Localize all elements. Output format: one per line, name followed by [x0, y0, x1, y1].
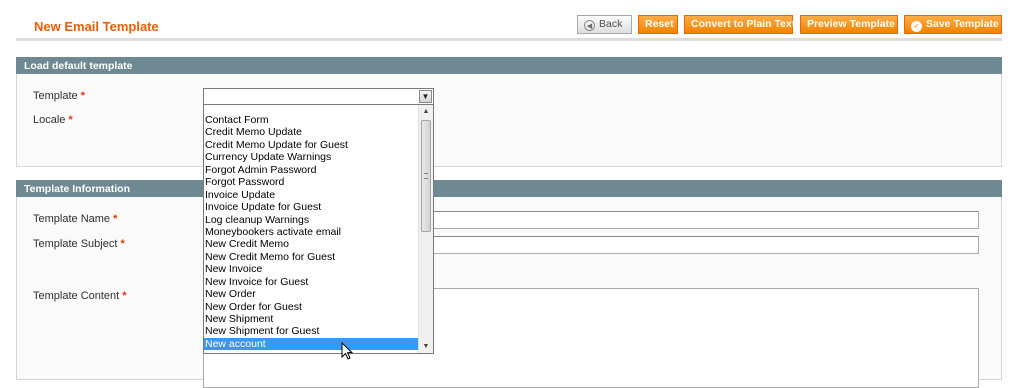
dropdown-option[interactable]: New Order — [204, 288, 418, 300]
locale-label-text: Locale — [33, 114, 66, 126]
required-marker: * — [80, 90, 85, 102]
load-default-template-section: Load default template Template * Locale … — [16, 57, 1002, 167]
template-content-label-text: Template Content — [33, 290, 120, 302]
dropdown-option[interactable]: New Shipment — [204, 313, 418, 325]
dropdown-option[interactable]: Forgot Password — [204, 176, 418, 188]
back-arrow-icon: ◀ — [584, 20, 595, 31]
preview-template-button[interactable]: Preview Template — [800, 15, 898, 34]
scroll-down-arrow-icon[interactable]: ▼ — [419, 340, 433, 353]
dropdown-option[interactable]: New Credit Memo — [204, 238, 418, 250]
dropdown-option[interactable]: New Invoice — [204, 263, 418, 275]
dropdown-option[interactable]: Invoice Update for Guest — [204, 201, 418, 213]
mouse-pointer-icon — [341, 342, 353, 360]
dropdown-option[interactable]: Moneybookers activate email — [204, 226, 418, 238]
template-subject-label-text: Template Subject — [33, 238, 118, 250]
convert-button-label: Convert to Plain Text — [691, 18, 796, 30]
reset-button[interactable]: Reset — [638, 15, 678, 34]
template-content-label: Template Content * — [33, 290, 127, 302]
required-marker: * — [122, 290, 127, 302]
locale-label: Locale * — [33, 114, 73, 126]
dropdown-options: Contact Form Credit Memo Update Credit Mem… — [204, 114, 418, 351]
dropdown-option[interactable]: Log cleanup Warnings — [204, 214, 418, 226]
save-template-button[interactable]: ✓ Save Template — [904, 15, 1002, 34]
form-toolbar: ◀ Back Reset Convert to Plain Text Previe… — [577, 15, 1002, 34]
dropdown-option[interactable]: New Credit Memo for Guest — [204, 251, 418, 263]
template-name-label: Template Name * — [33, 213, 117, 225]
dropdown-option[interactable]: New Order for Guest — [204, 301, 418, 313]
scrollbar-thumb[interactable] — [421, 120, 431, 232]
reset-button-label: Reset — [645, 18, 674, 30]
dropdown-option[interactable]: New Shipment for Guest — [204, 325, 418, 337]
required-marker: * — [120, 238, 125, 250]
required-marker: * — [113, 213, 118, 225]
template-dropdown-list[interactable]: Contact Form Credit Memo Update Credit Mem… — [203, 105, 434, 354]
section-header: Template Information — [16, 180, 1002, 197]
dropdown-option[interactable]: Invoice Update — [204, 189, 418, 201]
dropdown-scrollbar[interactable]: ▲ ▼ — [418, 105, 433, 353]
preview-button-label: Preview Template — [807, 18, 895, 30]
back-button-label: Back — [599, 18, 623, 30]
scroll-up-arrow-icon[interactable]: ▲ — [419, 105, 433, 118]
dropdown-option[interactable]: Currency Update Warnings — [204, 151, 418, 163]
dropdown-option[interactable]: Credit Memo Update — [204, 126, 418, 138]
checkmark-icon: ✓ — [911, 21, 922, 32]
template-name-label-text: Template Name — [33, 213, 111, 225]
dropdown-option[interactable]: New Invoice for Guest — [204, 276, 418, 288]
template-subject-label: Template Subject * — [33, 238, 125, 250]
chevron-down-icon[interactable]: ▼ — [419, 90, 432, 103]
save-button-label: Save Template — [926, 18, 999, 30]
dropdown-option[interactable]: New account — [204, 337, 418, 351]
template-select[interactable]: ▼ — [203, 88, 434, 105]
dropdown-option[interactable]: Credit Memo Update for Guest — [204, 139, 418, 151]
dropdown-option[interactable]: Forgot Admin Password — [204, 164, 418, 176]
dropdown-option[interactable]: Contact Form — [204, 114, 418, 126]
required-marker: * — [68, 114, 73, 126]
template-label: Template * — [33, 90, 85, 102]
title-divider — [16, 38, 1002, 41]
back-button[interactable]: ◀ Back — [577, 15, 632, 34]
section-header: Load default template — [16, 57, 1002, 74]
page-title: New Email Template — [34, 19, 159, 34]
scrollbar-grip-icon — [424, 173, 428, 179]
template-label-text: Template — [33, 90, 78, 102]
convert-to-plain-text-button[interactable]: Convert to Plain Text — [684, 15, 796, 34]
